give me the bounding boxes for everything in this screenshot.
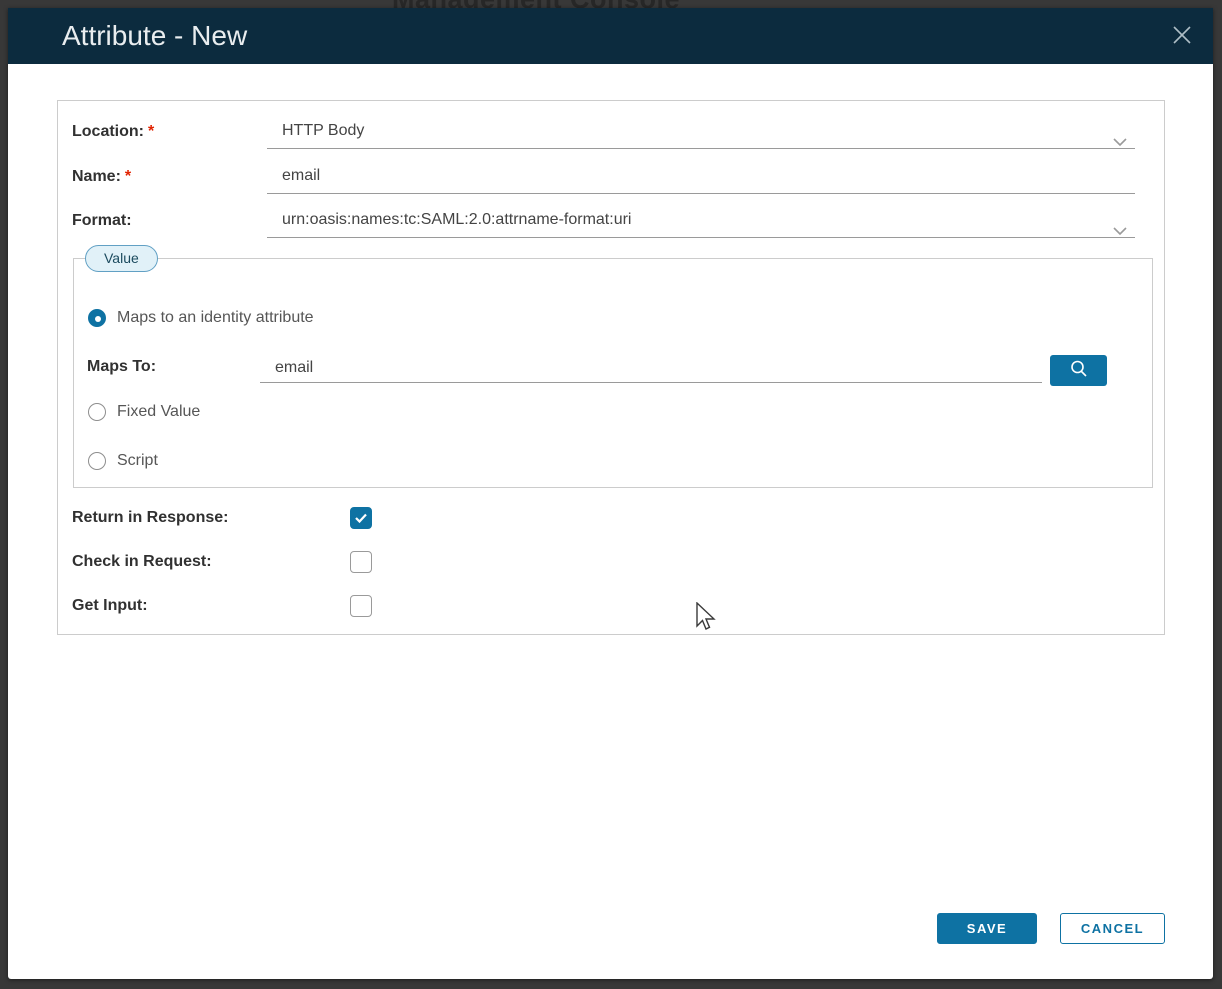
format-select[interactable]: urn:oasis:names:tc:SAML:2.0:attrname-for… [267,203,1135,238]
location-select[interactable]: HTTP Body [267,114,1135,149]
radio-button[interactable] [88,309,106,327]
radio-script[interactable]: Script [88,450,158,472]
value-section: Maps to an identity attribute Maps To: F… [73,258,1153,488]
radio-maps-to-identity-attribute[interactable]: Maps to an identity attribute [88,307,314,329]
return-in-response-label: Return in Response: [72,509,350,527]
search-button[interactable] [1050,355,1107,386]
required-asterisk: * [125,168,131,185]
radio-label: Script [117,452,158,470]
field-row-location: Location:* HTTP Body [72,114,1150,149]
chevron-down-icon [1113,215,1127,248]
name-label: Name:* [72,159,131,194]
name-input[interactable]: email [267,159,1135,194]
check-in-request-checkbox[interactable] [350,551,372,573]
maps-to-input[interactable] [260,353,1042,383]
radio-label: Fixed Value [117,403,200,421]
check-in-request-label: Check in Request: [72,553,350,571]
chevron-down-icon [1113,126,1127,159]
row-check-in-request: Check in Request: [72,551,372,573]
radio-fixed-value[interactable]: Fixed Value [88,401,200,423]
radio-label: Maps to an identity attribute [117,309,314,327]
field-row-format: Format: urn:oasis:names:tc:SAML:2.0:attr… [72,203,1150,238]
format-label: Format: [72,203,136,238]
radio-button[interactable] [88,452,106,470]
close-icon[interactable] [1169,22,1195,48]
dialog-title: Attribute - New [62,8,247,64]
field-row-name: Name:* email [72,159,1150,194]
attribute-form: Location:* HTTP Body Name:* email Format… [57,100,1165,635]
dialog-header: Attribute - New [8,8,1213,64]
value-tab[interactable]: Value [85,245,158,272]
radio-button[interactable] [88,403,106,421]
attribute-new-dialog: Attribute - New Location:* HTTP Body [8,8,1213,979]
save-button[interactable]: SAVE [937,913,1037,944]
get-input-label: Get Input: [72,597,350,615]
get-input-checkbox[interactable] [350,595,372,617]
maps-to-label: Maps To: [87,349,156,384]
search-icon [1069,359,1089,382]
cancel-button[interactable]: CANCEL [1060,913,1165,944]
return-in-response-checkbox[interactable] [350,507,372,529]
location-label: Location:* [72,114,154,149]
row-return-in-response: Return in Response: [72,507,372,529]
required-asterisk: * [148,123,154,140]
row-get-input: Get Input: [72,595,372,617]
